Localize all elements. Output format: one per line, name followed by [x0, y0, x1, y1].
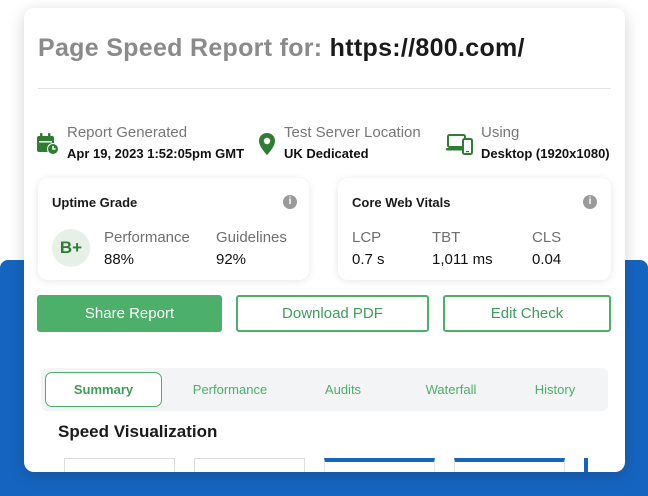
report-generated-info: Report Generated Apr 19, 2023 1:52:05pm … [36, 124, 244, 161]
header-divider [38, 88, 611, 89]
device-value: Desktop (1920x1080) [481, 146, 610, 161]
report-card: Page Speed Report for: https://800.com/ … [24, 8, 625, 472]
calendar-clock-icon [36, 132, 60, 156]
report-generated-label: Report Generated [67, 124, 188, 141]
performance-metric: Performance 88% [104, 229, 190, 268]
core-web-vitals-panel: Core Web Vitals i LCP 0.7 s TBT 1,011 ms… [338, 178, 611, 280]
performance-value: 88% [104, 251, 135, 268]
tab-performance[interactable]: Performance [175, 372, 285, 407]
report-generated-value: Apr 19, 2023 1:52:05pm GMT [67, 146, 245, 161]
server-location-value: UK Dedicated [284, 146, 369, 161]
title-label: Page Speed Report for: [38, 34, 323, 62]
guidelines-metric: Guidelines 92% [216, 229, 287, 268]
device-info: Using Desktop (1920x1080) [446, 124, 610, 161]
download-pdf-button[interactable]: Download PDF [236, 295, 429, 332]
uptime-grade-panel: Uptime Grade i B+ Performance 88% Guidel… [38, 178, 309, 280]
server-location-label: Test Server Location [284, 124, 421, 141]
core-web-vitals-title: Core Web Vitals [352, 195, 451, 210]
device-label: Using [481, 124, 520, 141]
filmstrip-frame [454, 458, 565, 472]
lcp-metric: LCP 0.7 s [352, 229, 385, 268]
location-pin-icon [257, 132, 277, 156]
page-title: Page Speed Report for: https://800.com/ [38, 34, 525, 63]
edit-check-button[interactable]: Edit Check [443, 295, 611, 332]
tab-history[interactable]: History [515, 372, 595, 407]
tbt-value: 1,011 ms [432, 251, 493, 268]
report-tabs: Summary Performance Audits Waterfall His… [41, 368, 608, 411]
guidelines-value: 92% [216, 251, 247, 268]
server-location-info: Test Server Location UK Dedicated [257, 124, 421, 161]
filmstrip-frame [324, 458, 435, 472]
lcp-label: LCP [352, 229, 382, 246]
filmstrip-frame [194, 458, 305, 472]
core-web-vitals-info-icon[interactable]: i [583, 195, 597, 209]
tbt-metric: TBT 1,011 ms [432, 229, 493, 268]
tab-audits[interactable]: Audits [308, 372, 378, 407]
filmstrip-frame-edge [584, 458, 588, 472]
speed-visualization-title: Speed Visualization [58, 422, 218, 441]
uptime-info-icon[interactable]: i [283, 195, 297, 209]
share-report-button[interactable]: Share Report [37, 295, 222, 332]
uptime-grade-title: Uptime Grade [52, 195, 138, 210]
tab-summary[interactable]: Summary [45, 372, 162, 407]
performance-label: Performance [104, 229, 190, 246]
tbt-label: TBT [432, 229, 461, 246]
cls-label: CLS [532, 229, 562, 246]
lcp-value: 0.7 s [352, 251, 385, 268]
tab-waterfall[interactable]: Waterfall [406, 372, 496, 407]
filmstrip-frame [64, 458, 175, 472]
devices-icon [446, 132, 474, 156]
cls-metric: CLS 0.04 [532, 229, 561, 268]
guidelines-label: Guidelines [216, 229, 287, 246]
cls-value: 0.04 [532, 251, 562, 268]
grade-badge: B+ [52, 229, 90, 267]
report-url: https://800.com/ [329, 34, 525, 62]
